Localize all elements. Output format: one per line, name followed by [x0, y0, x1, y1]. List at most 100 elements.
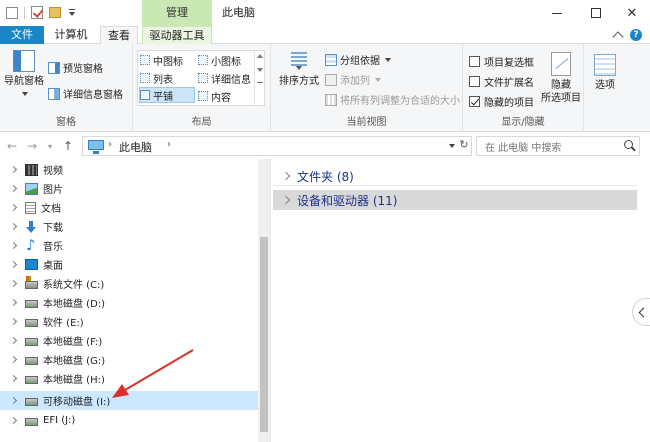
sort-by-button[interactable]: 排序方式: [277, 50, 321, 88]
tab-computer[interactable]: 计算机: [48, 26, 94, 44]
section-divider: [273, 185, 637, 186]
tree-item-drive-c[interactable]: 系统文件 (C:): [0, 274, 258, 293]
nav-pane-scrollbar[interactable]: [258, 159, 270, 442]
layout-details[interactable]: 详细信息: [198, 70, 251, 86]
tree-item-drive-f[interactable]: 本地磁盘 (F:): [0, 331, 258, 350]
tree-item-drive-h[interactable]: 本地磁盘 (H:): [0, 369, 258, 388]
expand-chevron-icon[interactable]: [11, 166, 19, 174]
group-by-button[interactable]: 分组依据: [325, 52, 391, 67]
file-extensions-toggle[interactable]: 文件扩展名: [469, 74, 534, 89]
nav-pane-button[interactable]: 导航窗格: [4, 50, 44, 101]
expand-chevron-icon[interactable]: [11, 261, 19, 269]
group-panes: 导航窗格 预览窗格 详细信息窗格 窗格: [0, 44, 133, 132]
add-columns-button[interactable]: 添加列: [325, 72, 381, 87]
layout-content[interactable]: 内容: [198, 88, 231, 104]
nav-pane-scroll-thumb[interactable]: [260, 237, 268, 432]
gallery-more-icon[interactable]: [256, 82, 263, 83]
expand-chevron-icon[interactable]: [11, 185, 19, 193]
layout-tiles[interactable]: 平铺: [139, 87, 195, 103]
quick-access-toolbar: [6, 6, 77, 19]
hide-selected-button[interactable]: 隐藏 所选项目: [539, 52, 583, 105]
collapse-ribbon-icon[interactable]: [612, 31, 624, 43]
expand-chevron-icon[interactable]: [11, 223, 19, 231]
layout-list[interactable]: 列表: [140, 70, 173, 86]
recent-locations-button[interactable]: ▾: [44, 137, 56, 155]
breadcrumb-chevron-icon[interactable]: ›: [108, 139, 112, 150]
expand-chevron-icon[interactable]: [283, 172, 291, 180]
expand-chevron-icon[interactable]: [11, 242, 19, 250]
window-icon[interactable]: [6, 6, 18, 19]
tree-item-drive-j[interactable]: EFI (J:): [0, 411, 258, 430]
scroll-down-icon[interactable]: [256, 68, 263, 72]
address-bar[interactable]: › 此电脑 › ↻: [82, 136, 472, 156]
details-view-icon: [198, 73, 208, 83]
breadcrumb-chevron-icon[interactable]: ›: [167, 139, 171, 150]
refresh-icon[interactable]: ↻: [457, 138, 471, 154]
tree-item-videos[interactable]: 视频: [0, 160, 258, 179]
tree-item-documents[interactable]: 文档: [0, 198, 258, 217]
forward-button[interactable]: →: [24, 137, 40, 155]
tab-file[interactable]: 文件: [0, 26, 44, 44]
minimize-button[interactable]: [537, 0, 577, 26]
expand-chevron-icon[interactable]: [11, 375, 19, 383]
properties-icon[interactable]: [31, 6, 43, 19]
file-extensions-checkbox[interactable]: [469, 76, 480, 87]
preview-pane-button[interactable]: 预览窗格: [48, 60, 103, 75]
layout-small-icons[interactable]: 小图标: [198, 52, 241, 68]
section-header-devices[interactable]: 设备和驱动器 (11): [273, 190, 637, 210]
tree-item-drive-d[interactable]: 本地磁盘 (D:): [0, 293, 258, 312]
tree-item-pictures[interactable]: 图片: [0, 179, 258, 198]
tree-item-music[interactable]: 音乐: [0, 236, 258, 255]
close-button[interactable]: ✕: [612, 0, 650, 26]
expand-chevron-icon[interactable]: [11, 299, 19, 307]
options-button[interactable]: 选项: [590, 54, 620, 92]
details-pane-button[interactable]: 详细信息窗格: [48, 86, 123, 101]
size-all-columns-button[interactable]: 将所有列调整为合适的大小: [325, 92, 460, 107]
tree-item-label: 软件 (E:): [43, 318, 84, 329]
minimize-icon: [552, 12, 562, 14]
maximize-icon: [591, 8, 601, 18]
help-icon[interactable]: ?: [630, 29, 642, 41]
add-columns-icon: [325, 73, 337, 86]
documents-icon: [25, 201, 36, 214]
expand-chevron-icon[interactable]: [11, 318, 19, 326]
customize-qat-icon[interactable]: [67, 8, 77, 18]
up-button[interactable]: ↑: [60, 137, 76, 155]
address-dropdown-button[interactable]: [445, 137, 457, 155]
breadcrumb-this-pc[interactable]: 此电脑: [119, 139, 152, 155]
tree-item-drive-g[interactable]: 本地磁盘 (G:): [0, 350, 258, 369]
tree-item-desktop[interactable]: 桌面: [0, 255, 258, 274]
expand-chevron-icon[interactable]: [11, 204, 19, 212]
expand-chevron-icon[interactable]: [283, 196, 291, 204]
search-icon[interactable]: [624, 140, 633, 149]
layout-item-label: 中图标: [153, 56, 183, 68]
expand-chevron-icon[interactable]: [11, 356, 19, 364]
section-header-folders[interactable]: 文件夹 (8): [273, 166, 637, 186]
hidden-items-label: 隐藏的项目: [484, 98, 534, 109]
layout-gallery-scroll[interactable]: [254, 51, 264, 105]
expand-chevron-icon[interactable]: [11, 417, 19, 425]
ribbon: 导航窗格 预览窗格 详细信息窗格 窗格 中图标 小图标 列表 详细信息 平铺 内…: [0, 44, 650, 132]
maximize-button[interactable]: [576, 0, 616, 26]
details-pane-label: 详细信息窗格: [63, 90, 123, 101]
drive-icon: [25, 356, 38, 365]
tree-item-removable-disk-i[interactable]: 可移动磁盘 (I:): [0, 391, 258, 410]
tab-drive-tools[interactable]: 驱动器工具: [142, 26, 212, 44]
expand-chevron-icon[interactable]: [11, 397, 19, 405]
item-checkboxes-toggle[interactable]: 项目复选框: [469, 54, 534, 69]
drive-icon: [25, 397, 38, 406]
scroll-up-icon[interactable]: [256, 54, 263, 58]
back-button[interactable]: ←: [4, 137, 20, 155]
group-by-icon: [325, 53, 337, 66]
tree-item-downloads[interactable]: 下载: [0, 217, 258, 236]
layout-medium-icons[interactable]: 中图标: [140, 52, 183, 68]
search-input[interactable]: 在 此电脑 中搜索: [476, 136, 640, 156]
new-folder-icon[interactable]: [49, 7, 61, 18]
tab-view[interactable]: 查看: [100, 26, 138, 45]
expand-chevron-icon[interactable]: [11, 337, 19, 345]
item-checkboxes-checkbox[interactable]: [469, 56, 480, 67]
hidden-items-checkbox[interactable]: [469, 96, 480, 107]
hidden-items-toggle[interactable]: 隐藏的项目: [469, 94, 534, 109]
tree-item-drive-e[interactable]: 软件 (E:): [0, 312, 258, 331]
expand-chevron-icon[interactable]: [11, 280, 19, 288]
